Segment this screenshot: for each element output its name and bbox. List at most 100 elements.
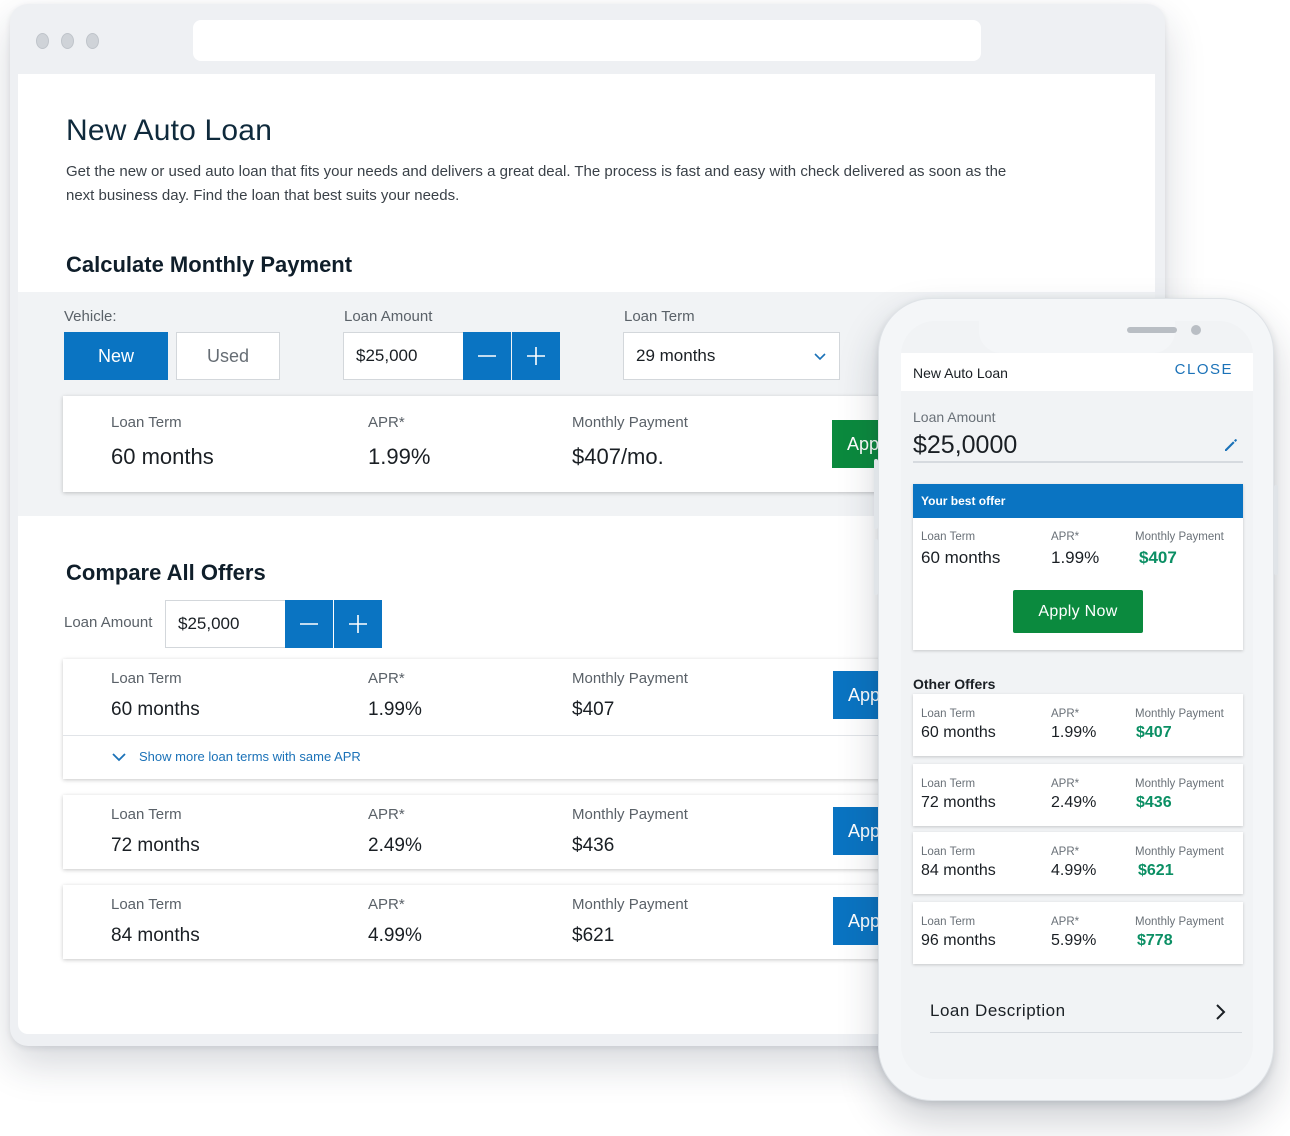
vehicle-used-button[interactable]: Used: [176, 332, 280, 380]
offer-apr-label: APR*: [1051, 916, 1080, 928]
other-offers-label: Other Offers: [913, 676, 996, 692]
mobile-offer-card[interactable]: Loan Term 96 months APR* 5.99% Monthly P…: [913, 902, 1243, 964]
best-offer-card: Your best offer Loan Term 60 months APR*…: [913, 484, 1243, 650]
best-term-value: 60 months: [921, 548, 1001, 567]
offer-term-value: 72 months: [111, 835, 200, 856]
loan-description-link[interactable]: Loan Description: [930, 1001, 1066, 1021]
mobile-offer-card[interactable]: Loan Term 84 months APR* 4.99% Monthly P…: [913, 832, 1243, 894]
offer-card: Loan Term 84 months APR* 4.99% Monthly P…: [63, 885, 933, 959]
compare-amount-input[interactable]: $25,000: [165, 600, 286, 648]
apply-now-button[interactable]: Apply Now: [1013, 590, 1143, 633]
decrease-amount-button[interactable]: [463, 332, 511, 380]
loan-amount-input[interactable]: $25,000: [343, 332, 464, 380]
offer-payment-value: $621: [572, 925, 615, 946]
offer-card: Loan Term 60 months APR* 1.99% Monthly P…: [63, 659, 933, 779]
offer-payment-value: $407: [572, 699, 615, 720]
offer-payment-label: Monthly Payment: [572, 806, 688, 823]
offer-apr-value: 1.99%: [368, 699, 422, 720]
window-dot-icon: [61, 33, 74, 49]
offer-payment-label: Monthly Payment: [1135, 708, 1224, 720]
offer-payment-value: $621: [1138, 862, 1174, 879]
compare-heading: Compare All Offers: [66, 560, 266, 585]
plus-icon: [527, 347, 545, 365]
speaker-icon: [1127, 327, 1177, 333]
chevron-down-icon: [814, 353, 826, 361]
loan-amount-label: Loan Amount: [344, 308, 433, 325]
chevron-down-icon: [112, 752, 126, 761]
phone-notch: [979, 321, 1201, 353]
offer-payment-value: $778: [1137, 932, 1173, 949]
offer-term-label: Loan Term: [111, 670, 182, 687]
offer-apr-value: 4.99%: [1051, 862, 1097, 879]
offer-card: Loan Term 72 months APR* 2.49% Monthly P…: [63, 795, 933, 869]
compare-amount-label: Loan Amount: [64, 614, 153, 631]
minus-icon: [300, 623, 318, 625]
offer-apr-label: APR*: [1051, 778, 1080, 790]
compare-decrease-button[interactable]: [285, 600, 333, 648]
offer-apr-value: 1.99%: [1051, 724, 1097, 741]
result-apr-label: APR*: [368, 414, 405, 431]
best-payment-value: $407: [1139, 548, 1177, 567]
loan-description-divider: [930, 1032, 1242, 1033]
mobile-offer-card[interactable]: Loan Term 60 months APR* 1.99% Monthly P…: [913, 694, 1243, 756]
close-button[interactable]: CLOSE: [1175, 361, 1233, 378]
mobile-header: New Auto Loan CLOSE: [901, 353, 1253, 391]
loan-term-select[interactable]: 29 months: [623, 332, 840, 380]
mobile-offer-card[interactable]: Loan Term 72 months APR* 2.49% Monthly P…: [913, 764, 1243, 826]
loan-term-selected: 29 months: [636, 346, 716, 365]
phone-side-button: [874, 459, 878, 529]
offer-apr-value: 2.49%: [368, 835, 422, 856]
result-term-value: 60 months: [111, 444, 214, 469]
offer-term-value: 96 months: [921, 932, 996, 949]
offer-term-label: Loan Term: [921, 778, 976, 790]
address-bar[interactable]: [193, 20, 981, 61]
vehicle-new-button[interactable]: New: [64, 332, 168, 380]
result-apr-value: 1.99%: [368, 444, 431, 469]
best-offer-header: Your best offer: [913, 484, 1243, 518]
offer-term-label: Loan Term: [111, 806, 182, 823]
offer-apr-label: APR*: [1051, 708, 1080, 720]
offer-term-value: 84 months: [921, 862, 996, 879]
phone-side-button: [1274, 485, 1278, 575]
result-payment-label: Monthly Payment: [572, 414, 688, 431]
offer-payment-label: Monthly Payment: [1135, 846, 1224, 858]
minus-icon: [478, 355, 496, 357]
window-dot-icon: [86, 33, 99, 49]
offer-payment-value: $436: [572, 835, 615, 856]
window-dot-icon: [36, 33, 49, 49]
calculated-result-card: Loan Term 60 months APR* 1.99% Monthly P…: [63, 396, 933, 492]
show-more-link[interactable]: Show more loan terms with same APR: [111, 749, 361, 764]
offer-payment-value: $436: [1136, 794, 1172, 811]
offer-term-value: 84 months: [111, 925, 200, 946]
offer-term-label: Loan Term: [111, 896, 182, 913]
best-term-label: Loan Term: [921, 531, 976, 543]
amount-underline: [913, 461, 1243, 463]
result-term-label: Loan Term: [111, 414, 182, 431]
plus-icon: [349, 615, 367, 633]
mobile-amount-value[interactable]: $25,0000: [913, 431, 1017, 460]
card-divider: [63, 735, 933, 736]
offer-payment-label: Monthly Payment: [572, 896, 688, 913]
offer-apr-label: APR*: [368, 896, 405, 913]
mobile-amount-label: Loan Amount: [913, 409, 996, 425]
offer-apr-value: 4.99%: [368, 925, 422, 946]
loan-term-label: Loan Term: [624, 308, 695, 325]
offer-term-label: Loan Term: [921, 708, 976, 720]
offer-term-value: 60 months: [921, 724, 996, 741]
calculator-heading: Calculate Monthly Payment: [66, 252, 353, 277]
offer-apr-label: APR*: [1051, 846, 1080, 858]
phone-side-button: [874, 539, 878, 595]
offer-payment-label: Monthly Payment: [1135, 916, 1224, 928]
mobile-screen: New Auto Loan CLOSE Loan Amount $25,0000…: [901, 321, 1253, 1079]
offer-payment-value: $407: [1136, 724, 1172, 741]
compare-increase-button[interactable]: [334, 600, 382, 648]
vehicle-label: Vehicle:: [64, 308, 117, 325]
chevron-right-icon[interactable]: [1213, 1003, 1227, 1021]
pencil-edit-icon[interactable]: [1223, 437, 1239, 453]
offer-apr-value: 5.99%: [1051, 932, 1097, 949]
offer-term-value: 72 months: [921, 794, 996, 811]
best-payment-label: Monthly Payment: [1135, 531, 1224, 543]
increase-amount-button[interactable]: [512, 332, 560, 380]
offer-term-label: Loan Term: [921, 846, 976, 858]
offer-apr-value: 2.49%: [1051, 794, 1097, 811]
